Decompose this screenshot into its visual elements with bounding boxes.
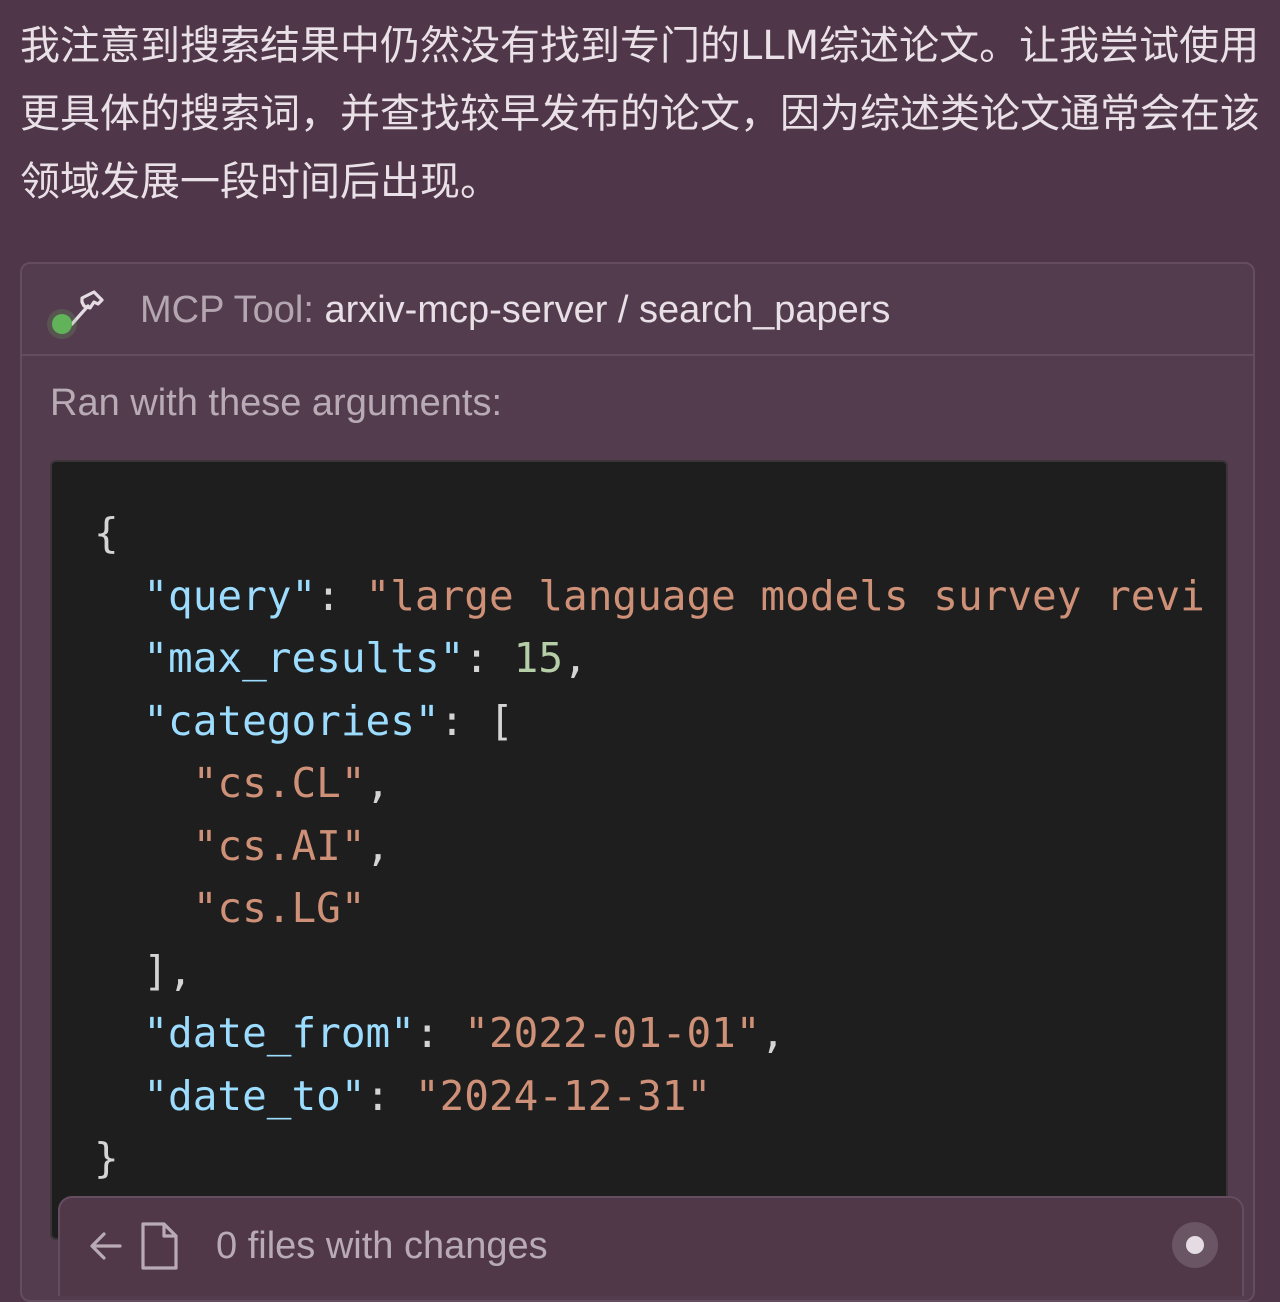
json-key-date-to: "date_to"	[143, 1071, 366, 1120]
json-value-max-results: 15	[513, 634, 564, 682]
changes-bar: 0 files with changes	[58, 1196, 1244, 1296]
arguments-json: { "query": "large language models survey…	[94, 509, 1205, 1182]
arguments-code-block[interactable]: { "query": "large language models survey…	[50, 460, 1228, 1240]
tool-title-prefix: MCP Tool:	[140, 289, 325, 331]
tool-call-panel: MCP Tool: arxiv-mcp-server / search_pape…	[20, 262, 1255, 1302]
tool-separator: /	[607, 289, 640, 331]
arrow-left-icon[interactable]	[86, 1226, 126, 1266]
json-value-date-to: "2024-12-31"	[414, 1071, 712, 1120]
json-value-date-from: "2022-01-01"	[464, 1009, 761, 1057]
assistant-message: 我注意到搜索结果中仍然没有找到专门的LLM综述论文。让我尝试使用更具体的搜索词，…	[20, 12, 1265, 216]
file-icon[interactable]	[138, 1220, 180, 1272]
status-dot	[52, 314, 72, 334]
arguments-label: Ran with these arguments:	[50, 382, 503, 424]
json-key-categories: "categories"	[143, 696, 440, 745]
json-category-item: "cs.LG"	[192, 884, 366, 932]
tool-call-title: MCP Tool: arxiv-mcp-server / search_pape…	[140, 286, 890, 334]
tool-server-name: arxiv-mcp-server	[324, 289, 608, 331]
record-dot-icon	[1186, 1236, 1204, 1254]
json-value-query: "large language models survey revi	[365, 571, 1205, 620]
record-button[interactable]	[1172, 1222, 1218, 1268]
json-category-item: "cs.AI"	[192, 821, 366, 870]
json-key-max-results: "max_results"	[143, 634, 465, 682]
json-key-date-from: "date_from"	[143, 1009, 415, 1057]
json-category-item: "cs.CL"	[192, 759, 366, 807]
tool-name: search_papers	[639, 289, 891, 331]
json-key-query: "query"	[143, 571, 317, 620]
assistant-message-text: 我注意到搜索结果中仍然没有找到专门的LLM综述论文。让我尝试使用更具体的搜索词，…	[20, 23, 1260, 205]
changes-count-label[interactable]: 0 files with changes	[216, 1222, 548, 1270]
tool-call-header[interactable]: MCP Tool: arxiv-mcp-server / search_pape…	[22, 264, 1253, 356]
